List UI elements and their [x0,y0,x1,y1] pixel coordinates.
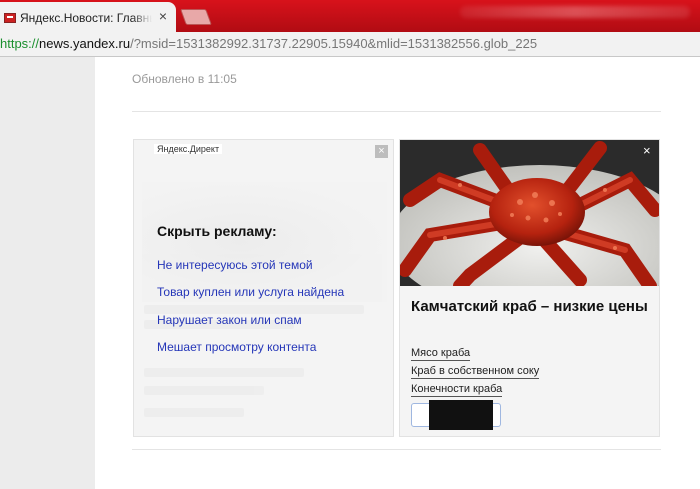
updated-time: Обновлено в 11:05 [132,72,237,86]
ad-sitelink[interactable]: Конечности краба [411,383,503,397]
divider [132,449,661,450]
hide-reason-link[interactable]: Нарушает закон или спам [157,313,302,327]
left-sidebar-strip [0,57,95,489]
yandex-direct-label: Яндекс.Директ [154,144,223,154]
yandex-news-favicon-icon [4,13,16,23]
new-tab-button[interactable] [180,9,212,25]
hide-reason-link[interactable]: Не интересуюсь этой темой [157,258,313,272]
ad-sitelink[interactable]: Краб в собственном соку [411,365,540,379]
ghost-line [144,386,264,395]
tab-yandex-news[interactable]: Яндекс.Новости: Главные × [0,2,176,32]
ghost-ad-image [142,182,387,302]
address-bar[interactable]: https://news.yandex.ru/?msid=1531382992.… [0,32,700,57]
url-query: /?msid=1531382992.31737.22905.15940&mlid… [130,36,538,51]
redacted-block [429,400,493,430]
url-scheme: https:// [0,36,40,51]
close-icon[interactable]: × [643,144,651,157]
close-icon[interactable]: × [375,145,388,158]
hide-reason-link[interactable]: Товар куплен или услуга найдена [157,285,344,299]
url-text[interactable]: https://news.yandex.ru/?msid=1531382992.… [0,36,537,51]
ad-title[interactable]: Камчатский краб – низкие цены [411,297,651,317]
tab-close-icon[interactable]: × [156,9,170,23]
url-domain: news.yandex.ru [39,36,131,51]
ghost-line [144,368,304,377]
ad-cta-button[interactable] [411,400,501,430]
divider [132,111,661,112]
hidden-ad-panel: Яндекс.Директ × Скрыть рекламу: Не интер… [133,139,394,437]
hide-ad-title: Скрыть рекламу: [157,223,277,239]
crab-photo[interactable]: × [400,140,659,286]
hide-reason-link[interactable]: Мешает просмотру контента [157,340,316,354]
ad-sitelink[interactable]: Мясо краба [411,347,471,361]
window-title-area [460,6,690,18]
ghost-line [144,408,244,417]
crab-image [400,140,659,286]
tab-title: Яндекс.Новости: Главные [20,11,152,25]
crab-ad[interactable]: × Камчатский краб – низкие цены Мясо кра… [399,139,660,437]
tab-bar: Яндекс.Новости: Главные × [0,0,700,32]
